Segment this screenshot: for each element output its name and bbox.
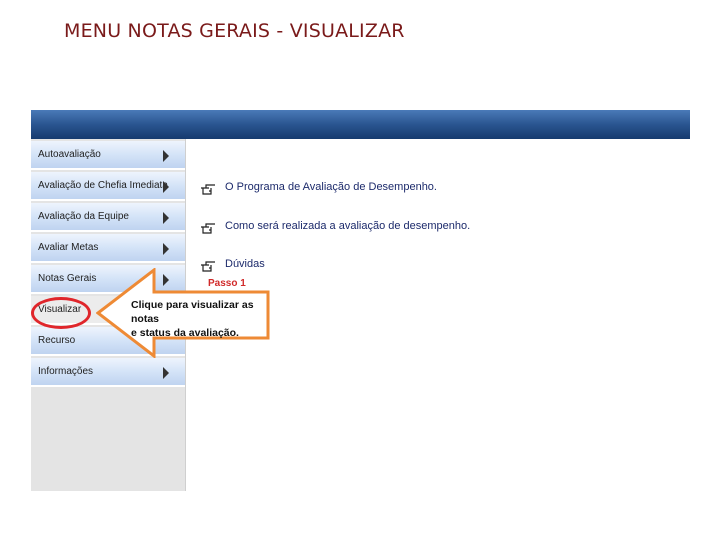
callout-line-2: e status da avaliação. [131, 327, 239, 339]
sidebar-item-label: Avaliar Metas [38, 242, 99, 253]
sidebar-item-informacoes[interactable]: Informações [31, 358, 185, 387]
chevron-right-icon [163, 212, 169, 224]
sidebar-item-label: Notas Gerais [38, 273, 97, 284]
callout-text: Clique para visualizar as notas e status… [131, 298, 267, 340]
chevron-right-icon [163, 243, 169, 255]
pointing-hand-icon [201, 223, 215, 234]
chevron-right-icon [163, 367, 169, 379]
sidebar-item-label: Autoavaliação [38, 149, 101, 160]
sidebar-item-autoavaliacao[interactable]: Autoavaliação [31, 141, 185, 170]
chevron-right-icon [163, 150, 169, 162]
pointing-hand-icon [201, 184, 215, 195]
link-label: O Programa de Avaliação de Desempenho. [225, 181, 437, 193]
sidebar-item-label: Informações [38, 366, 94, 377]
chevron-right-icon [163, 181, 169, 193]
sidebar-item-label: Avaliação da Equipe [38, 211, 129, 222]
slide-title: MENU NOTAS GERAIS - VISUALIZAR [64, 20, 405, 42]
link-label: Como será realizada a avaliação de desem… [225, 220, 471, 232]
top-header-bar [31, 110, 690, 139]
sidebar-item-avaliacao-chefia[interactable]: Avaliação de Chefia Imediata [31, 172, 185, 201]
sidebar-item-avaliar-metas[interactable]: Avaliar Metas [31, 234, 185, 263]
sidebar-item-avaliacao-equipe[interactable]: Avaliação da Equipe [31, 203, 185, 232]
highlight-circle [31, 297, 91, 329]
step-label: Passo 1 [208, 278, 246, 289]
sidebar-item-label: Avaliação de Chefia Imediata [38, 180, 168, 191]
sidebar-item-label: Recurso [38, 335, 76, 346]
callout-line-1: Clique para visualizar as notas [131, 299, 254, 325]
